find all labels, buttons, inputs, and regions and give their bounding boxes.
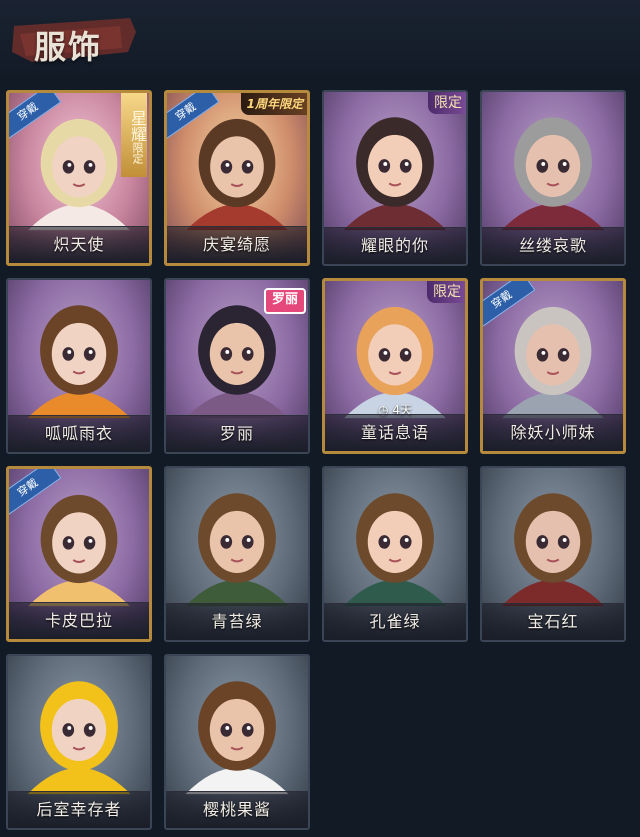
outfit-name: 炽天使 (53, 235, 105, 254)
star-tier-limited: 限定 (131, 142, 144, 164)
outfit-card[interactable]: 后室幸存者 (6, 654, 152, 830)
character-portrait-icon (185, 493, 289, 607)
outfit-name: 孔雀绿 (369, 612, 421, 631)
character-portrait-icon (27, 681, 131, 795)
star-tier-char: 耀 (128, 126, 147, 142)
outfit-name: 除妖小师妹 (510, 423, 596, 442)
outfit-name: 卡皮巴拉 (44, 611, 113, 630)
outfit-name: 童话息语 (360, 423, 429, 442)
limited-tag: 1周年限定 (240, 93, 307, 115)
page-title: 服饰 (34, 28, 103, 66)
header: 服饰 (0, 0, 640, 82)
outfit-name: 耀眼的你 (360, 236, 429, 255)
character-portrait-icon (185, 681, 289, 795)
outfit-card[interactable]: 穿戴 星耀限定 炽天使 (6, 90, 152, 266)
limited-tag: 限定 (428, 92, 466, 114)
outfit-name: 青苔绿 (211, 612, 263, 631)
outfit-name: 庆宴绮愿 (202, 235, 271, 254)
outfit-name: 宝石红 (527, 612, 579, 631)
outfit-card[interactable]: 青苔绿 (164, 466, 310, 642)
outfit-card[interactable]: 穿戴 除妖小师妹 (480, 278, 626, 454)
outfit-name: 樱桃果酱 (202, 800, 271, 819)
outfit-card[interactable]: 穿戴 卡皮巴拉 (6, 466, 152, 642)
character-portrait-icon (343, 493, 447, 607)
outfit-card[interactable]: 限定耀眼的你 (322, 90, 468, 266)
outfit-card[interactable]: 穿戴 1周年限定 庆宴绮愿 (164, 90, 310, 266)
title-plate: 服饰 (10, 12, 138, 70)
outfit-name: 罗丽 (219, 424, 254, 443)
star-tier-char: 星 (128, 110, 147, 126)
star-tier-tag: 星耀限定 (121, 93, 147, 177)
outfit-name: 呱呱雨衣 (44, 424, 113, 443)
character-portrait-icon (501, 117, 605, 231)
character-portrait-icon (27, 305, 131, 419)
outfit-name: 丝缕哀歌 (518, 236, 587, 255)
outfit-card[interactable]: 樱桃果酱 (164, 654, 310, 830)
outfit-card[interactable]: 罗丽 罗丽 (164, 278, 310, 454)
outfit-card[interactable]: 丝缕哀歌 (480, 90, 626, 266)
outfit-card[interactable]: 呱呱雨衣 (6, 278, 152, 454)
limited-tag: 限定 (427, 281, 465, 303)
outfit-card[interactable]: 孔雀绿 (322, 466, 468, 642)
character-portrait-icon (501, 493, 605, 607)
outfit-card[interactable]: 宝石红 (480, 466, 626, 642)
outfit-name: 后室幸存者 (36, 800, 122, 819)
collab-tag: 罗丽 (263, 288, 306, 314)
outfit-card[interactable]: 限定 ◷ 4天 童话息语 (322, 278, 468, 454)
